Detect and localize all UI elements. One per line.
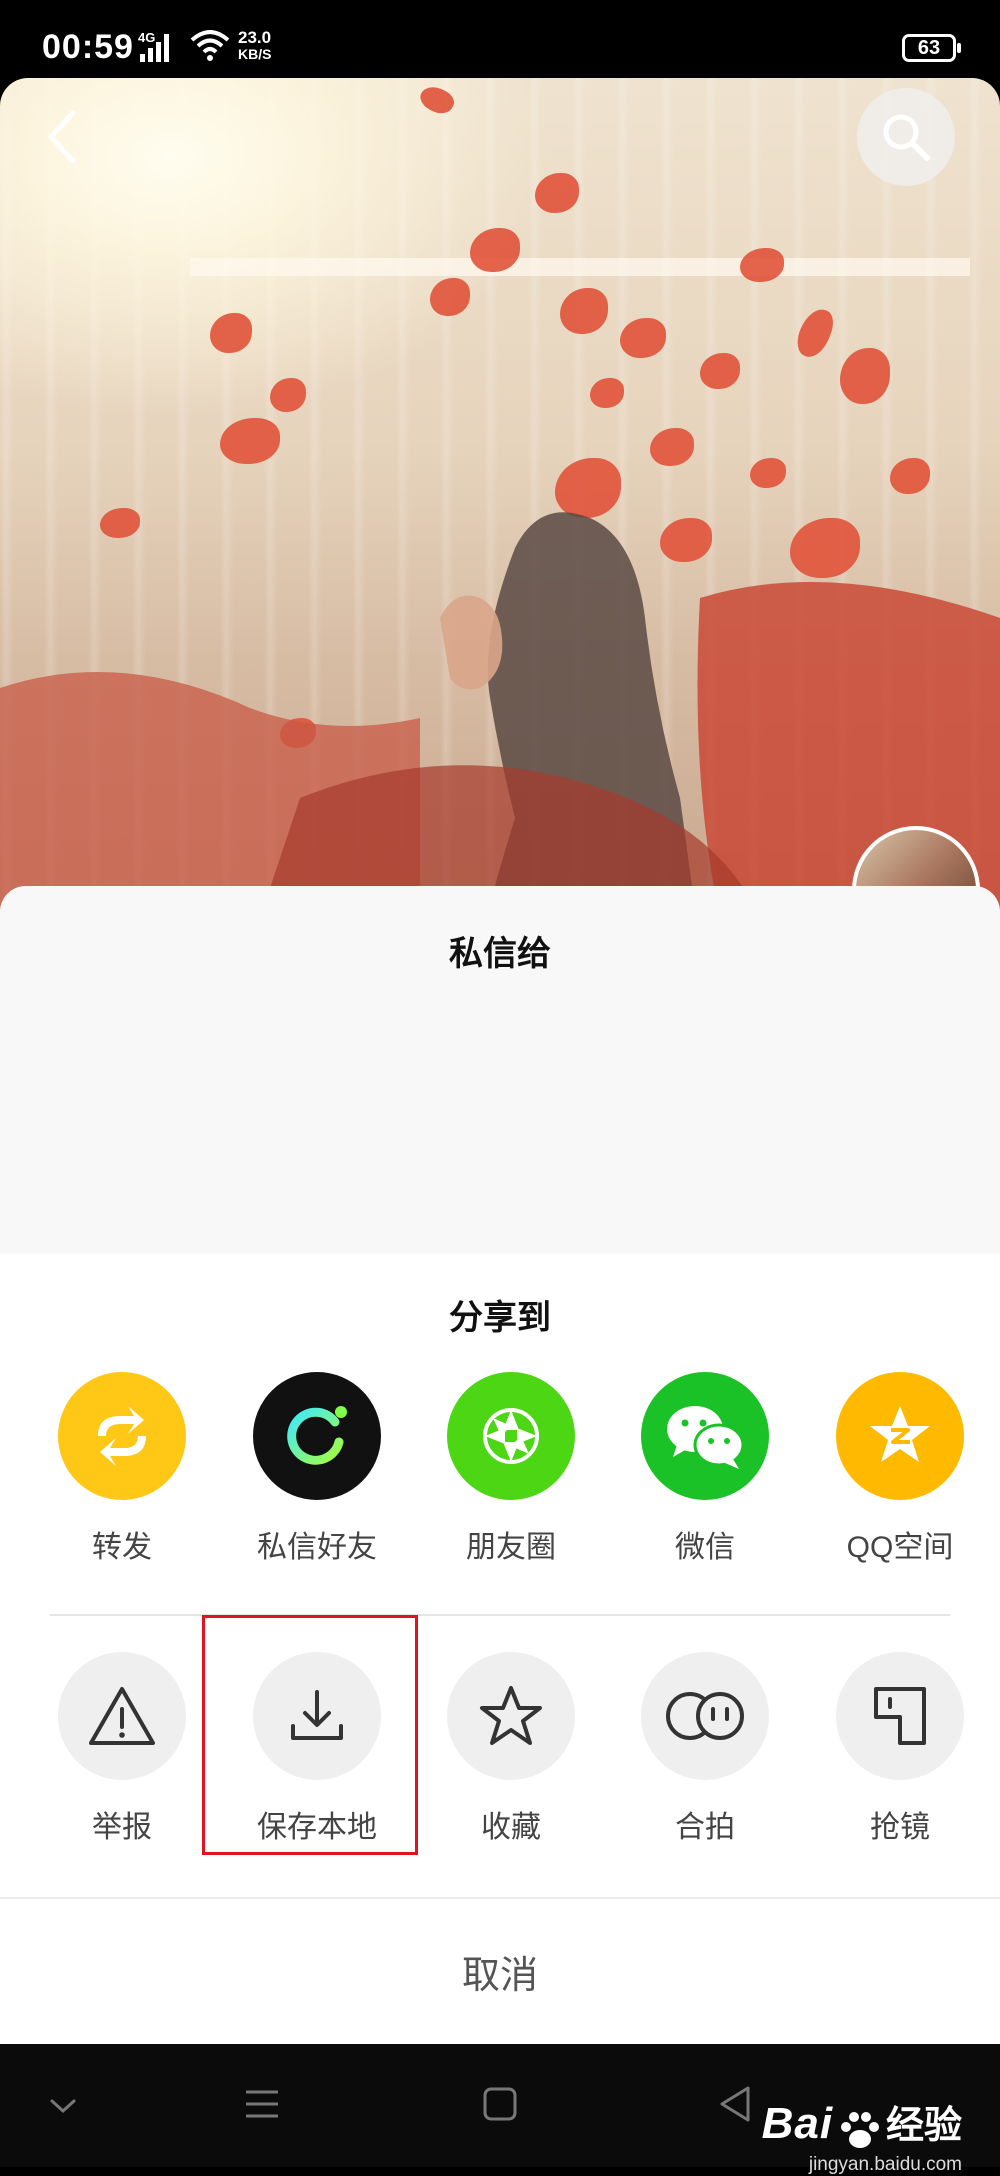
status-bar: 00:59 4G 23.0 KB/S 63 [0,0,1000,78]
action-label: 举报 [92,1811,152,1844]
watermark-brand-cn: 经验 [885,2105,962,2147]
search-icon [883,114,930,161]
system-nav-bar: Bai 经验 jingyan.baidu.com [0,2044,1000,2175]
wechat-icon [641,1372,769,1500]
paw-icon [838,2111,882,2156]
repost-icon [58,1372,186,1500]
status-time: 00:59 [42,28,134,66]
moments-icon [447,1372,575,1500]
action-label: 合拍 [675,1811,735,1844]
back-button[interactable] [14,88,112,186]
baidu-jingyan-watermark: Bai 经验 jingyan.baidu.com [762,2094,962,2176]
back-arrow-icon [48,110,76,164]
action-label: 抢镜 [870,1811,930,1844]
share-target-label: 转发 [92,1531,152,1564]
curtain-rail [190,258,970,276]
watermark-brand: Bai [761,2099,834,2148]
action-label: 收藏 [481,1811,541,1844]
share-target-label: QQ空间 [846,1531,954,1564]
red-scarf [0,582,1000,908]
section-divider [50,1614,950,1616]
save-local-highlight-box [202,1615,418,1855]
share-sheet: 私信给 分享到 转发 私信好友 朋友圈 微信 QQ空间 举报 保存本地 收藏 合… [0,886,1000,2044]
dm-section-title: 私信给 [449,935,551,973]
share-section-title: 分享到 [449,1299,551,1337]
share-target-label: 微信 [675,1531,735,1564]
network-speed-unit: KB/S [238,46,272,62]
share-target-label: 朋友圈 [466,1531,556,1564]
search-button[interactable] [857,88,955,186]
action-stitch[interactable]: 抢镜 [820,1652,980,1846]
home-icon[interactable] [480,2084,520,2124]
network-type: 4G [138,30,155,45]
qzone-icon [836,1372,964,1500]
video-preview[interactable] [0,78,1000,908]
dm-section: 私信给 [0,886,1000,1254]
action-report[interactable]: 举报 [42,1652,202,1846]
share-target-repost[interactable]: 转发 [42,1372,202,1566]
signal-icon: 4G [138,30,180,69]
wifi-icon [190,30,230,67]
star-icon [447,1652,575,1780]
share-target-label: 私信好友 [257,1531,377,1564]
network-speed: 23.0 KB/S [238,28,272,62]
message-friend-icon [253,1372,381,1500]
share-target-qzone[interactable]: QQ空间 [820,1372,980,1566]
stitch-icon [836,1652,964,1780]
menu-icon[interactable] [242,2084,282,2124]
watermark-url: jingyan.baidu.com [808,2154,962,2176]
chevron-down-icon[interactable] [48,2096,78,2116]
battery-indicator: 63 [902,34,961,62]
action-duet[interactable]: 合拍 [625,1652,785,1846]
share-target-wechat[interactable]: 微信 [625,1372,785,1566]
share-target-moments[interactable]: 朋友圈 [431,1372,591,1566]
back-nav-icon[interactable] [716,2084,756,2124]
share-target-message-friend[interactable]: 私信好友 [237,1372,397,1566]
duet-icon [641,1652,769,1780]
network-speed-value: 23.0 [238,28,272,47]
warning-icon [58,1652,186,1780]
action-favorite[interactable]: 收藏 [431,1652,591,1846]
cancel-button[interactable]: 取消 [0,1899,1000,2044]
